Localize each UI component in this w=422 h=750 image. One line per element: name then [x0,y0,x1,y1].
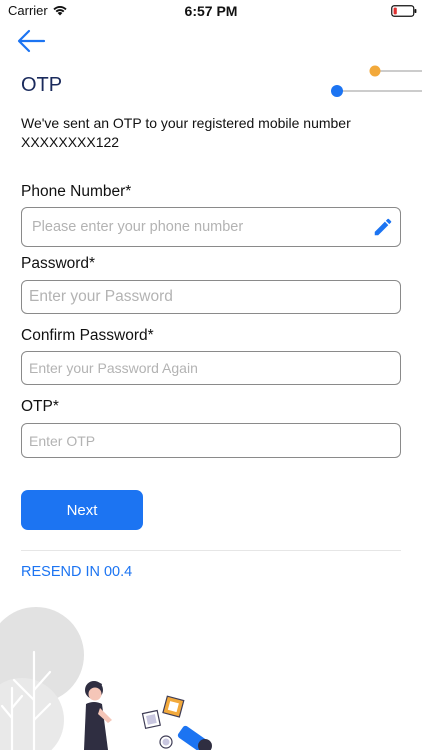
step-2-indicator [331,85,343,97]
status-time: 6:57 PM [184,3,238,19]
otp-field-container [21,423,401,458]
password-input[interactable] [22,281,400,313]
password-field-container [21,280,401,314]
progress-stepper [331,65,422,97]
pencil-icon[interactable] [372,216,394,238]
decorative-illustration [0,607,212,750]
battery-low-icon [391,5,417,17]
confirm-password-field-container [21,351,401,385]
password-label: Password* [21,255,96,272]
status-bar: Carrier 6:57 PM [0,0,422,24]
phone-number-field-container [21,207,401,247]
phone-number-label: Phone Number* [21,183,132,200]
arrow-left-icon[interactable] [17,28,47,54]
confirm-password-input[interactable] [22,352,400,384]
masked-mobile-number: XXXXXXXX122 [21,134,120,150]
step-1-indicator [369,65,381,77]
phone-number-input[interactable] [22,208,400,246]
divider [21,550,401,551]
resend-otp-link[interactable]: RESEND IN 00.4 [21,564,132,580]
next-button[interactable]: Next [21,490,143,530]
otp-sent-message: We've sent an OTP to your registered mob… [21,114,401,152]
page-title: OTP [21,74,63,96]
floating-cards [141,695,212,750]
otp-message-text: We've sent an OTP to your registered mob… [21,115,351,131]
otp-label: OTP* [21,398,59,415]
otp-input[interactable] [22,424,400,457]
person-figure [84,681,112,750]
otp-screen: Carrier 6:57 PM OTP We've sent an OTP to… [0,0,422,750]
confirm-password-label: Confirm Password* [21,327,154,344]
